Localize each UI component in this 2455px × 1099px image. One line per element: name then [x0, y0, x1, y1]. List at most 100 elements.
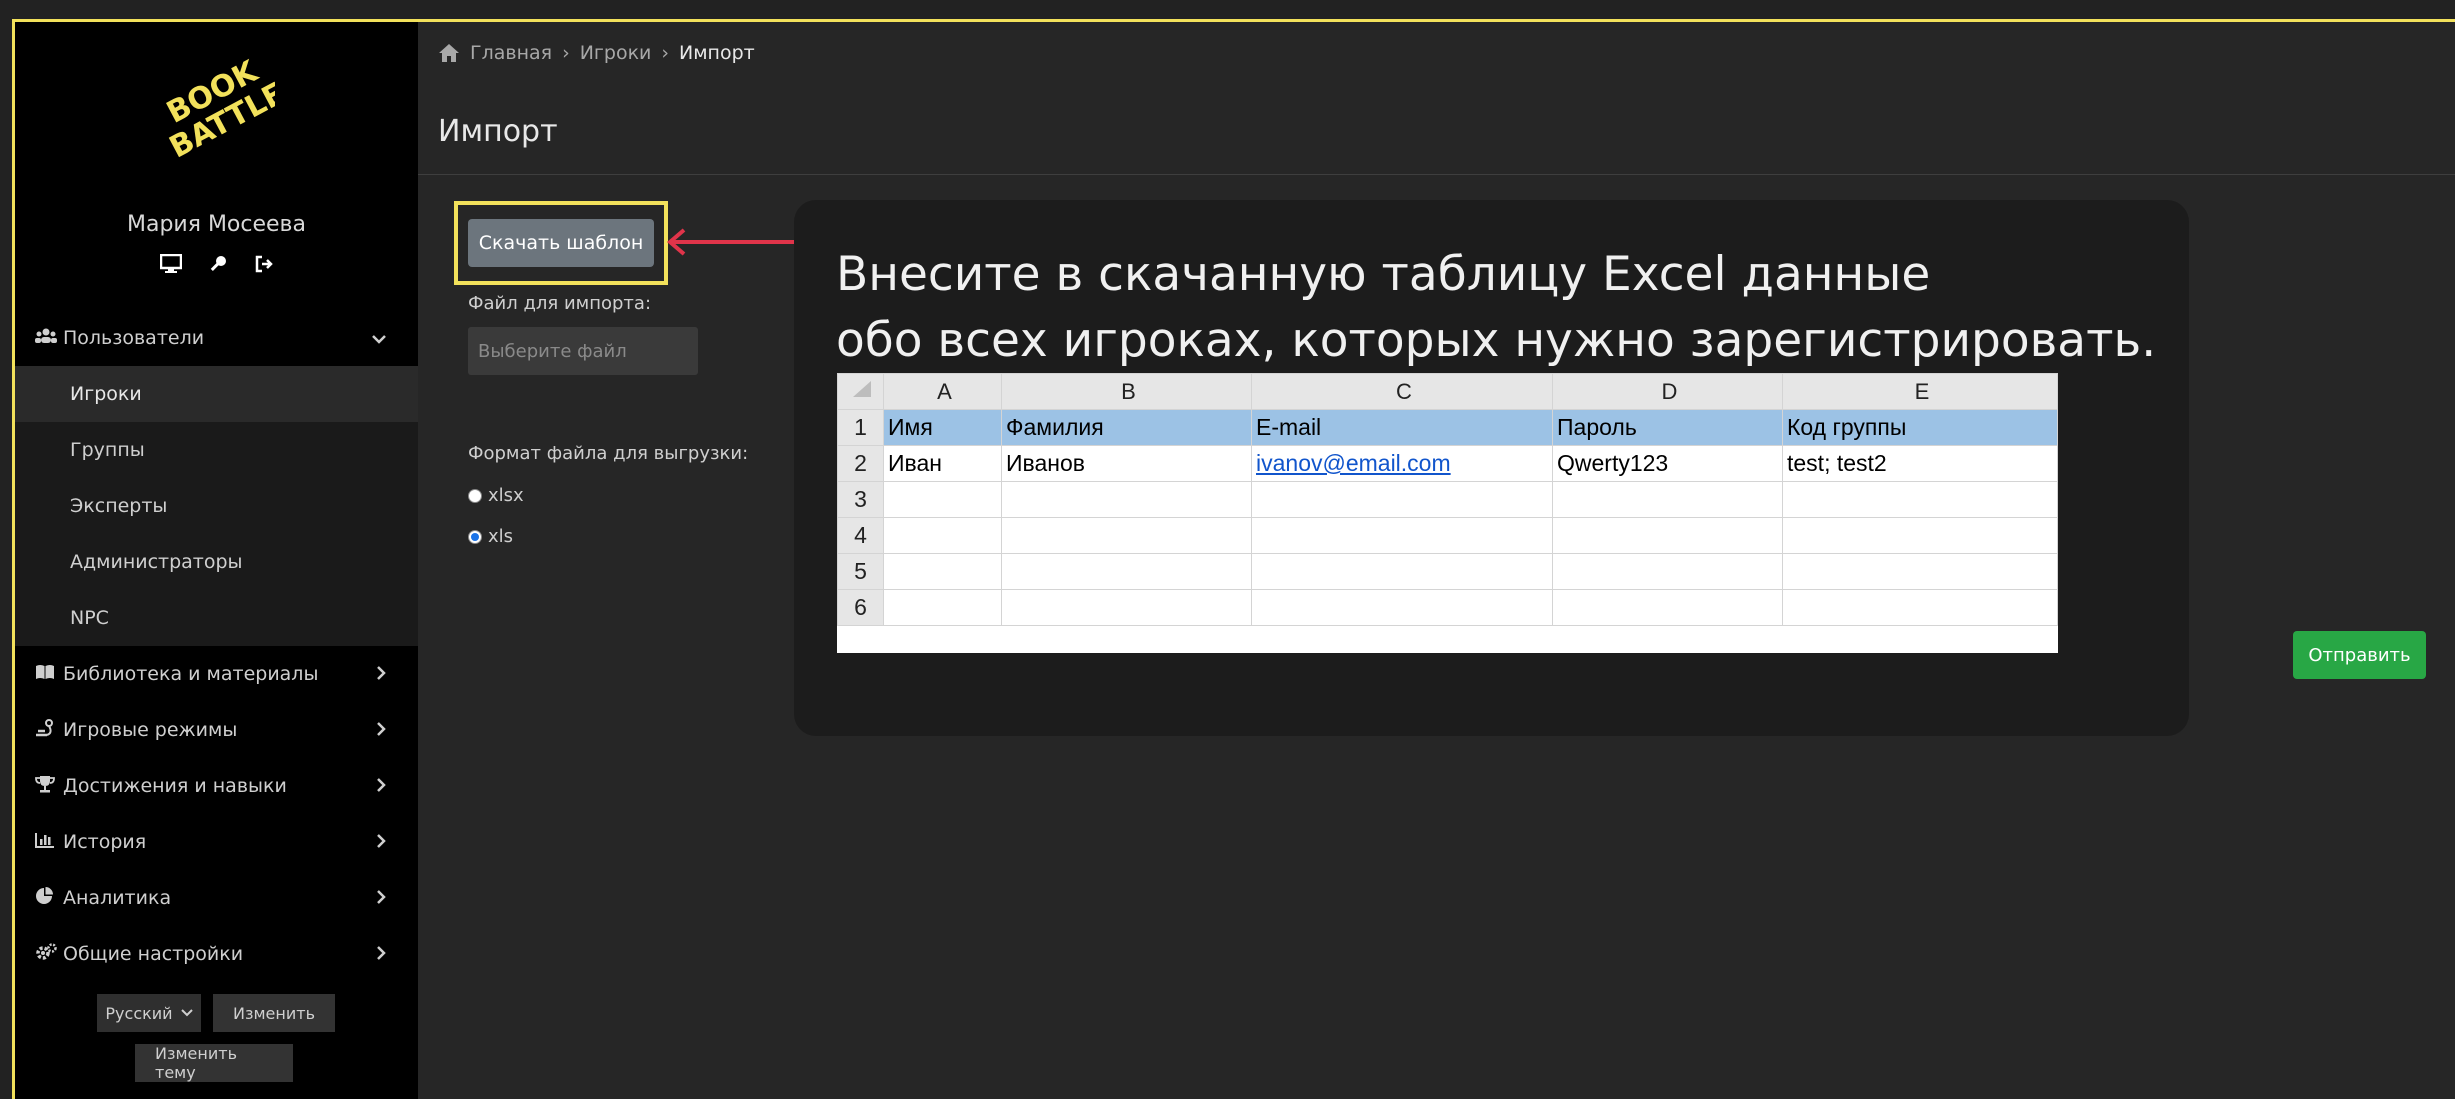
home-icon[interactable] [438, 43, 460, 63]
divider [418, 174, 2455, 175]
sidebar-item-label: Игровые режимы [63, 719, 238, 741]
excel-cell [1251, 553, 1553, 590]
radio-button-selected[interactable] [468, 529, 482, 544]
book-icon [35, 664, 63, 685]
excel-cell [1782, 517, 2058, 554]
format-radio-xls[interactable]: xls [468, 526, 513, 547]
breadcrumb-separator: › [661, 42, 670, 64]
excel-row: 5 [837, 553, 2058, 590]
excel-cell [1251, 481, 1553, 518]
sidebar-item-label: NPC [70, 607, 109, 629]
sidebar-item-library[interactable]: Библиотека и материалы [15, 646, 418, 702]
page-title: Импорт [438, 114, 558, 149]
excel-cell [1251, 517, 1553, 554]
sidebar-item-achievements[interactable]: Достижения и навыки [15, 758, 418, 814]
sidebar-item-experts[interactable]: Эксперты [15, 478, 418, 534]
change-language-button[interactable]: Изменить [213, 994, 335, 1032]
sidebar-item-analytics[interactable]: Аналитика [15, 870, 418, 926]
excel-cell [883, 517, 1002, 554]
file-input[interactable]: Выберите файл [468, 327, 698, 375]
chevron-right-icon [376, 944, 386, 965]
users-submenu: Игроки Группы Эксперты Администраторы NP… [15, 366, 418, 646]
instruction-callout: Внесите в скачанную таблицу Excel данные… [794, 200, 2189, 736]
excel-table: A B C D E 1 Имя Фамилия E-mail Пароль Ко… [837, 373, 2058, 626]
sidebar: BOOK BATTLE Мария Мосеева Пользователи И… [15, 22, 418, 1099]
pie-icon [35, 886, 63, 910]
sidebar-item-label: Группы [70, 439, 145, 461]
excel-col-header: B [1001, 373, 1252, 410]
excel-cell [1001, 517, 1252, 554]
sidebar-item-settings[interactable]: Общие настройки [15, 926, 418, 982]
chevron-down-icon [372, 328, 386, 349]
language-select[interactable]: Русский [97, 994, 201, 1032]
excel-row-number: 3 [837, 481, 884, 518]
sidebar-item-history[interactable]: История [15, 814, 418, 870]
sidebar-item-admins[interactable]: Администраторы [15, 534, 418, 590]
excel-col-header: E [1782, 373, 2058, 410]
excel-row: 2 Иван Иванов ivanov@email.com Qwerty123… [837, 445, 2058, 482]
excel-cell [1552, 553, 1783, 590]
excel-row: 3 [837, 481, 2058, 518]
sidebar-item-label: Пользователи [63, 327, 205, 349]
excel-col-header: C [1251, 373, 1553, 410]
change-theme-button[interactable]: Изменить тему [135, 1044, 293, 1082]
sidebar-nav: Пользователи Игроки Группы Эксперты Адми… [15, 310, 418, 982]
excel-cell [1001, 481, 1252, 518]
excel-cell [1782, 589, 2058, 626]
sidebar-item-label: Библиотека и материалы [63, 663, 319, 685]
excel-row-number: 4 [837, 517, 884, 554]
sidebar-item-label: Достижения и навыки [63, 775, 287, 797]
excel-cell: E-mail [1251, 409, 1553, 446]
excel-cell: test; test2 [1782, 445, 2058, 482]
callout-line-2: обо всех игроках, которых нужно зарегист… [836, 313, 2157, 368]
excel-cell: Иванов [1001, 445, 1252, 482]
excel-row: 1 Имя Фамилия E-mail Пароль Код группы [837, 409, 2058, 446]
trophy-icon [35, 775, 63, 798]
file-import-label: Файл для импорта: [468, 293, 652, 314]
excel-cell [883, 589, 1002, 626]
monitor-icon[interactable] [159, 253, 182, 279]
chevron-right-icon [376, 664, 386, 685]
logout-icon[interactable] [254, 254, 274, 279]
excel-cell [1552, 589, 1783, 626]
excel-cell: Имя [883, 409, 1002, 446]
excel-cell [1782, 481, 2058, 518]
user-icons [15, 253, 418, 279]
sidebar-item-npc[interactable]: NPC [15, 590, 418, 646]
excel-row-number: 2 [837, 445, 884, 482]
sidebar-item-users[interactable]: Пользователи [15, 310, 418, 366]
sidebar-item-label: Администраторы [70, 551, 243, 573]
chart-icon [35, 832, 63, 853]
sidebar-item-label: Игроки [70, 383, 142, 405]
excel-row-number: 1 [837, 409, 884, 446]
excel-cell: Пароль [1552, 409, 1783, 446]
language-value: Русский [105, 1003, 173, 1023]
excel-cell [1782, 553, 2058, 590]
submit-button[interactable]: Отправить [2293, 631, 2426, 679]
breadcrumb-home[interactable]: Главная [470, 42, 552, 64]
sidebar-item-label: Аналитика [63, 887, 172, 909]
main-content: Главная › Игроки › Импорт Импорт Скачать… [418, 22, 2455, 1099]
chevron-right-icon [376, 776, 386, 797]
email-link: ivanov@email.com [1256, 450, 1451, 476]
excel-cell [1552, 517, 1783, 554]
radio-label: xlsx [488, 485, 524, 506]
breadcrumb-players[interactable]: Игроки [580, 42, 652, 64]
radio-button[interactable] [468, 488, 482, 503]
sidebar-item-players[interactable]: Игроки [15, 366, 418, 422]
sidebar-item-label: История [63, 831, 147, 853]
sidebar-item-modes[interactable]: Игровые режимы [15, 702, 418, 758]
radio-label: xls [488, 526, 514, 547]
callout-line-1: Внесите в скачанную таблицу Excel данные [836, 247, 1931, 302]
format-radio-xlsx[interactable]: xlsx [468, 485, 524, 506]
key-icon[interactable] [208, 254, 228, 279]
excel-cell [1001, 589, 1252, 626]
excel-cell [1552, 481, 1783, 518]
language-controls: Русский Изменить [97, 994, 335, 1032]
callout-text: Внесите в скачанную таблицу Excel данные… [836, 242, 2156, 374]
excel-row: 4 [837, 517, 2058, 554]
sidebar-item-groups[interactable]: Группы [15, 422, 418, 478]
chevron-right-icon [376, 720, 386, 741]
chevron-right-icon [376, 888, 386, 909]
download-template-button[interactable]: Скачать шаблон [468, 219, 654, 267]
